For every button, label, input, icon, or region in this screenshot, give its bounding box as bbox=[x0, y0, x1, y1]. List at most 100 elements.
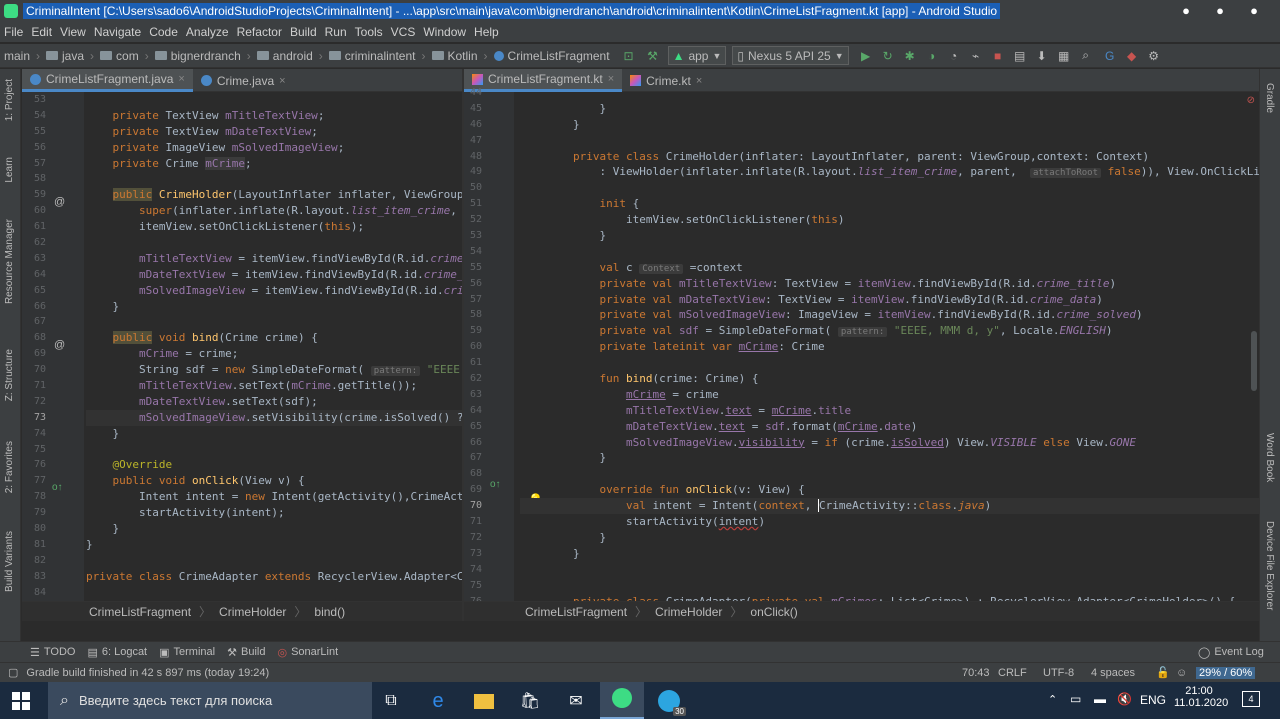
tool-logcat[interactable]: ▤ 6: Logcat bbox=[87, 646, 147, 659]
language-indicator[interactable]: ENG bbox=[1140, 693, 1166, 707]
telegram-icon[interactable]: 30 bbox=[656, 688, 686, 716]
menu-analyze[interactable]: Analyze bbox=[186, 25, 229, 39]
menu-edit[interactable]: Edit bbox=[31, 25, 52, 39]
menu-navigate[interactable]: Navigate bbox=[94, 25, 141, 39]
crumb-java[interactable]: java › bbox=[46, 49, 100, 63]
left-code-area[interactable]: private TextView mTitleTextView; private… bbox=[86, 92, 462, 616]
tray-chevron-icon[interactable]: ⌃ bbox=[1048, 693, 1057, 706]
crumb-crimelistfragment[interactable]: CrimeListFragment bbox=[493, 49, 610, 63]
crumb-inner-class[interactable]: CrimeHolder bbox=[219, 605, 286, 619]
tool-structure[interactable]: Z: Structure bbox=[4, 349, 15, 401]
error-indicator-icon[interactable]: ⊘ bbox=[1247, 95, 1255, 106]
android-studio-task[interactable] bbox=[600, 682, 644, 719]
override-gutter-icon[interactable]: @ bbox=[54, 339, 65, 351]
menu-code[interactable]: Code bbox=[149, 25, 178, 39]
search-icon[interactable]: ⌕ bbox=[1077, 46, 1095, 66]
coverage-icon[interactable]: ◑ bbox=[923, 46, 941, 66]
maximize-button[interactable]: ● bbox=[1202, 0, 1238, 22]
attach-debugger-icon[interactable]: ⌁ bbox=[967, 46, 985, 66]
crumb-method[interactable]: bind() bbox=[314, 605, 345, 619]
menu-tools[interactable]: Tools bbox=[355, 25, 383, 39]
file-encoding[interactable]: UTF-8 bbox=[1043, 667, 1074, 679]
crumb-bignerdranch[interactable]: bignerdranch › bbox=[154, 49, 257, 63]
crumb-com[interactable]: com › bbox=[100, 49, 155, 63]
windows-start-icon[interactable] bbox=[12, 692, 30, 710]
plugin-icon[interactable]: ◆ bbox=[1123, 46, 1141, 66]
crumb-main[interactable]: main › bbox=[4, 49, 46, 63]
device-select[interactable]: ▯ Nexus 5 API 25 ▼ bbox=[732, 46, 849, 65]
crumb-method[interactable]: onClick() bbox=[750, 605, 797, 619]
inspector-icon[interactable]: ☺ bbox=[1176, 667, 1187, 679]
close-tab-icon[interactable]: × bbox=[178, 73, 184, 85]
indent-setting[interactable]: 4 spaces bbox=[1091, 667, 1135, 679]
tool-resource-manager[interactable]: Resource Manager bbox=[4, 219, 15, 304]
settings-icon[interactable]: ⚙ bbox=[1145, 46, 1163, 66]
tool-device-file-explorer[interactable]: Device File Explorer bbox=[1264, 521, 1275, 610]
tool-gradle[interactable]: Gradle bbox=[1264, 83, 1275, 113]
task-view-icon[interactable]: ⧉ bbox=[378, 688, 404, 714]
translate-icon[interactable]: G bbox=[1101, 46, 1119, 66]
tool-project[interactable]: 1: Project bbox=[4, 79, 15, 121]
implements-gutter-icon[interactable]: o↑ bbox=[490, 479, 501, 490]
tab-crimelistfragment-java[interactable]: CrimeListFragment.java × bbox=[22, 69, 193, 92]
right-code-area[interactable]: } } private class CrimeHolder(inflater: … bbox=[520, 85, 1259, 621]
crumb-criminalintent[interactable]: criminalintent › bbox=[328, 49, 432, 63]
layout-inspector-icon[interactable]: ▦ bbox=[1055, 46, 1073, 66]
menu-window[interactable]: Window bbox=[423, 25, 466, 39]
tool-word-book[interactable]: Word Book bbox=[1264, 433, 1275, 482]
tray-volume-icon[interactable]: 🔇 bbox=[1117, 692, 1132, 706]
tab-crime-java[interactable]: Crime.java × bbox=[193, 69, 294, 92]
close-tab-icon[interactable]: × bbox=[279, 75, 285, 87]
menu-file[interactable]: File bbox=[4, 25, 23, 39]
tool-todo[interactable]: ☰ TODO bbox=[30, 646, 75, 659]
override-gutter-icon[interactable]: @ bbox=[54, 196, 65, 208]
mail-icon[interactable]: ✉ bbox=[563, 688, 589, 714]
tool-terminal[interactable]: ▣ Terminal bbox=[159, 646, 215, 659]
run-config-select[interactable]: ▲ app ▼ bbox=[667, 46, 727, 65]
tray-network-icon[interactable]: ▭ bbox=[1070, 692, 1081, 706]
sdk-manager-icon[interactable]: ⬇ bbox=[1033, 46, 1051, 66]
sync-icon[interactable]: ⊡ bbox=[620, 46, 638, 66]
clock[interactable]: 21:00 11.01.2020 bbox=[1174, 685, 1228, 709]
menu-refactor[interactable]: Refactor bbox=[237, 25, 282, 39]
tool-learn[interactable]: Learn bbox=[4, 157, 15, 183]
close-button[interactable]: ● bbox=[1236, 0, 1272, 22]
menu-run[interactable]: Run bbox=[325, 25, 347, 39]
tool-sonarlint[interactable]: ◎ SonarLint bbox=[277, 646, 338, 659]
menu-build[interactable]: Build bbox=[290, 25, 317, 39]
stop-icon[interactable]: ■ bbox=[989, 46, 1007, 66]
store-icon[interactable]: 🛍 bbox=[517, 688, 543, 714]
tool-event-log[interactable]: ◯ Event Log bbox=[1198, 646, 1264, 659]
tool-favorites[interactable]: 2: Favorites bbox=[4, 441, 15, 493]
menu-vcs[interactable]: VCS bbox=[391, 25, 416, 39]
avd-manager-icon[interactable]: ▤ bbox=[1011, 46, 1029, 66]
profile-icon[interactable]: ◔ bbox=[945, 46, 963, 66]
run-icon[interactable]: ▶ bbox=[857, 46, 875, 66]
status-window-icon[interactable]: ▢ bbox=[8, 666, 18, 679]
taskbar-search[interactable]: ⌕ Введите здесь текст для поиска bbox=[48, 682, 372, 719]
menu-help[interactable]: Help bbox=[474, 25, 499, 39]
tool-build-variants[interactable]: Build Variants bbox=[4, 531, 15, 592]
editor-scrollbar[interactable] bbox=[1251, 331, 1257, 391]
minimize-button[interactable]: ● bbox=[1168, 0, 1204, 22]
action-center-icon[interactable]: 4 bbox=[1242, 691, 1260, 707]
crumb-android[interactable]: android › bbox=[256, 49, 329, 63]
implements-gutter-icon[interactable]: o↑ bbox=[52, 482, 63, 493]
tool-build[interactable]: ⚒ Build bbox=[227, 646, 265, 659]
line-separator[interactable]: CRLF bbox=[998, 667, 1027, 679]
apply-changes-icon[interactable]: ↻ bbox=[879, 46, 897, 66]
menu-view[interactable]: View bbox=[60, 25, 86, 39]
memory-indicator[interactable]: 29% / 60% bbox=[1196, 666, 1256, 679]
debug-icon[interactable]: ✱ bbox=[901, 46, 919, 66]
file-explorer-icon[interactable] bbox=[471, 688, 497, 714]
caret-position[interactable]: 70:43 bbox=[962, 667, 990, 679]
tray-battery-icon[interactable]: ▬ bbox=[1094, 692, 1106, 706]
close-tab-icon[interactable]: × bbox=[608, 73, 614, 85]
status-message[interactable]: Gradle build finished in 42 s 897 ms (to… bbox=[26, 667, 269, 679]
build-hammer-icon[interactable]: ⚒ bbox=[644, 46, 662, 66]
crumb-kotlin[interactable]: Kotlin › bbox=[431, 49, 494, 63]
crumb-class[interactable]: CrimeListFragment bbox=[525, 605, 627, 619]
edge-icon[interactable]: e bbox=[425, 688, 451, 714]
crumb-inner-class[interactable]: CrimeHolder bbox=[655, 605, 722, 619]
crumb-class[interactable]: CrimeListFragment bbox=[89, 605, 191, 619]
